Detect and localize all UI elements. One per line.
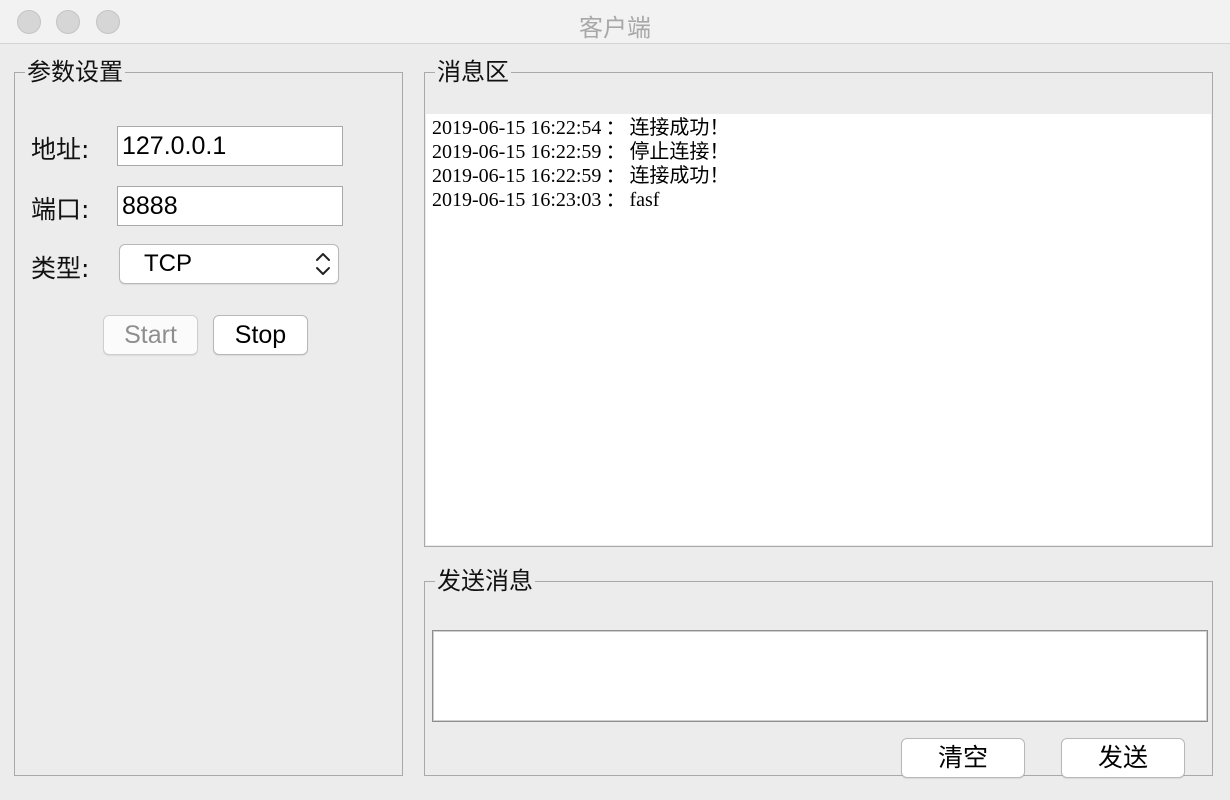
log-separator: ： — [605, 117, 626, 139]
address-input[interactable] — [117, 126, 343, 166]
log-text: 连接成功！ — [629, 117, 730, 139]
log-time: 2019-06-15 16:22:59 — [432, 165, 602, 187]
log-time: 2019-06-15 16:22:59 — [432, 141, 602, 163]
send-message-input[interactable] — [432, 630, 1208, 722]
log-text: fasf — [629, 189, 660, 211]
log-line: 2019-06-15 16:23:03： fasf — [432, 188, 1205, 212]
port-input[interactable] — [117, 186, 343, 226]
send-panel: 发送消息 清空 发送 — [424, 567, 1213, 778]
log-separator: ： — [605, 141, 626, 163]
settings-panel: 参数设置 地址: 端口: 类型: TCP Start Stop — [14, 58, 403, 776]
window-title: 客户端 — [579, 14, 651, 42]
log-separator: ： — [605, 189, 626, 211]
updown-chevron-icon — [316, 253, 330, 275]
title-bar: 客户端 — [0, 0, 1230, 44]
log-line: 2019-06-15 16:22:54：连接成功！ — [432, 116, 1205, 140]
log-separator: ： — [605, 165, 626, 187]
log-text: 停止连接！ — [629, 141, 730, 163]
start-button[interactable]: Start — [103, 315, 198, 355]
type-select[interactable]: TCP — [119, 244, 339, 284]
log-line: 2019-06-15 16:22:59：停止连接！ — [432, 140, 1205, 164]
messages-panel: 消息区 2019-06-15 16:22:54：连接成功！ 2019-06-15 … — [424, 58, 1213, 547]
messages-legend: 消息区 — [437, 58, 509, 86]
type-label: 类型: — [31, 254, 90, 283]
send-legend: 发送消息 — [437, 567, 533, 595]
type-select-value: TCP — [144, 250, 192, 277]
port-label: 端口: — [31, 195, 90, 224]
send-button[interactable]: 发送 — [1061, 738, 1185, 778]
log-line: 2019-06-15 16:22:59：连接成功！ — [432, 164, 1205, 188]
log-time: 2019-06-15 16:22:54 — [432, 117, 602, 139]
address-label: 地址: — [31, 135, 90, 164]
settings-legend: 参数设置 — [27, 58, 123, 86]
window-content: 参数设置 地址: 端口: 类型: TCP Start Stop 消息区 2019… — [0, 44, 1230, 800]
message-log[interactable]: 2019-06-15 16:22:54：连接成功！ 2019-06-15 16:2… — [426, 114, 1211, 545]
log-time: 2019-06-15 16:23:03 — [432, 189, 602, 211]
clear-button[interactable]: 清空 — [901, 738, 1025, 778]
log-text: 连接成功！ — [629, 165, 730, 187]
stop-button[interactable]: Stop — [213, 315, 308, 355]
